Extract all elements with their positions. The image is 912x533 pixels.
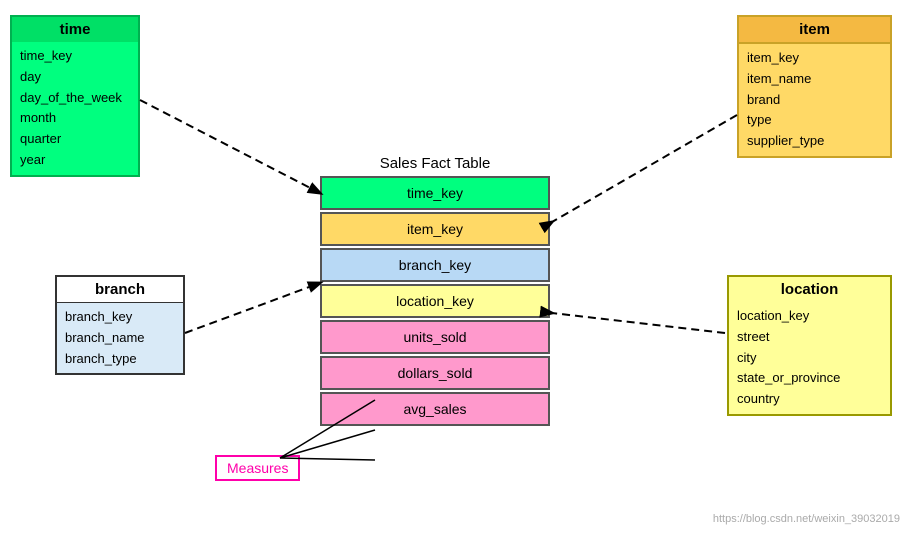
item-table-body: item_key item_name brand type supplier_t… — [739, 44, 890, 156]
sales-fact-table: Sales Fact Table time_key item_key branc… — [320, 155, 550, 428]
fact-row-time-key: time_key — [320, 176, 550, 210]
location-table-body: location_key street city state_or_provin… — [729, 302, 890, 414]
fact-row-location-key: location_key — [320, 284, 550, 318]
branch-field-2: branch_name — [65, 328, 175, 349]
sales-fact-title: Sales Fact Table — [320, 155, 550, 172]
location-table-header: location — [729, 277, 890, 302]
item-field-4: type — [747, 110, 882, 131]
location-field-2: street — [737, 327, 882, 348]
time-field-6: year — [20, 150, 130, 171]
item-table: item item_key item_name brand type suppl… — [737, 15, 892, 158]
location-field-5: country — [737, 389, 882, 410]
branch-table: branch branch_key branch_name branch_typ… — [55, 275, 185, 375]
fact-row-units-sold: units_sold — [320, 320, 550, 354]
branch-field-3: branch_type — [65, 349, 175, 370]
item-table-header: item — [739, 17, 890, 44]
time-table-header: time — [12, 17, 138, 42]
time-field-4: month — [20, 108, 130, 129]
branch-field-1: branch_key — [65, 307, 175, 328]
measures-label: Measures — [215, 455, 300, 481]
time-field-2: day — [20, 67, 130, 88]
item-field-1: item_key — [747, 48, 882, 69]
watermark: https://blog.csdn.net/weixin_39032019 — [713, 513, 900, 525]
location-field-1: location_key — [737, 306, 882, 327]
item-field-5: supplier_type — [747, 131, 882, 152]
fact-row-item-key: item_key — [320, 212, 550, 246]
time-field-5: quarter — [20, 129, 130, 150]
location-field-4: state_or_province — [737, 368, 882, 389]
fact-row-branch-key: branch_key — [320, 248, 550, 282]
location-table: location location_key street city state_… — [727, 275, 892, 416]
fact-row-dollars-sold: dollars_sold — [320, 356, 550, 390]
branch-table-body: branch_key branch_name branch_type — [57, 302, 183, 373]
fact-row-avg-sales: avg_sales — [320, 392, 550, 426]
time-field-3: day_of_the_week — [20, 88, 130, 109]
time-table-body: time_key day day_of_the_week month quart… — [12, 42, 138, 175]
time-field-1: time_key — [20, 46, 130, 67]
time-table: time time_key day day_of_the_week month … — [10, 15, 140, 177]
item-field-3: brand — [747, 90, 882, 111]
location-field-3: city — [737, 348, 882, 369]
item-field-2: item_name — [747, 69, 882, 90]
branch-table-header: branch — [57, 277, 183, 302]
diagram-container: time time_key day day_of_the_week month … — [0, 0, 912, 533]
